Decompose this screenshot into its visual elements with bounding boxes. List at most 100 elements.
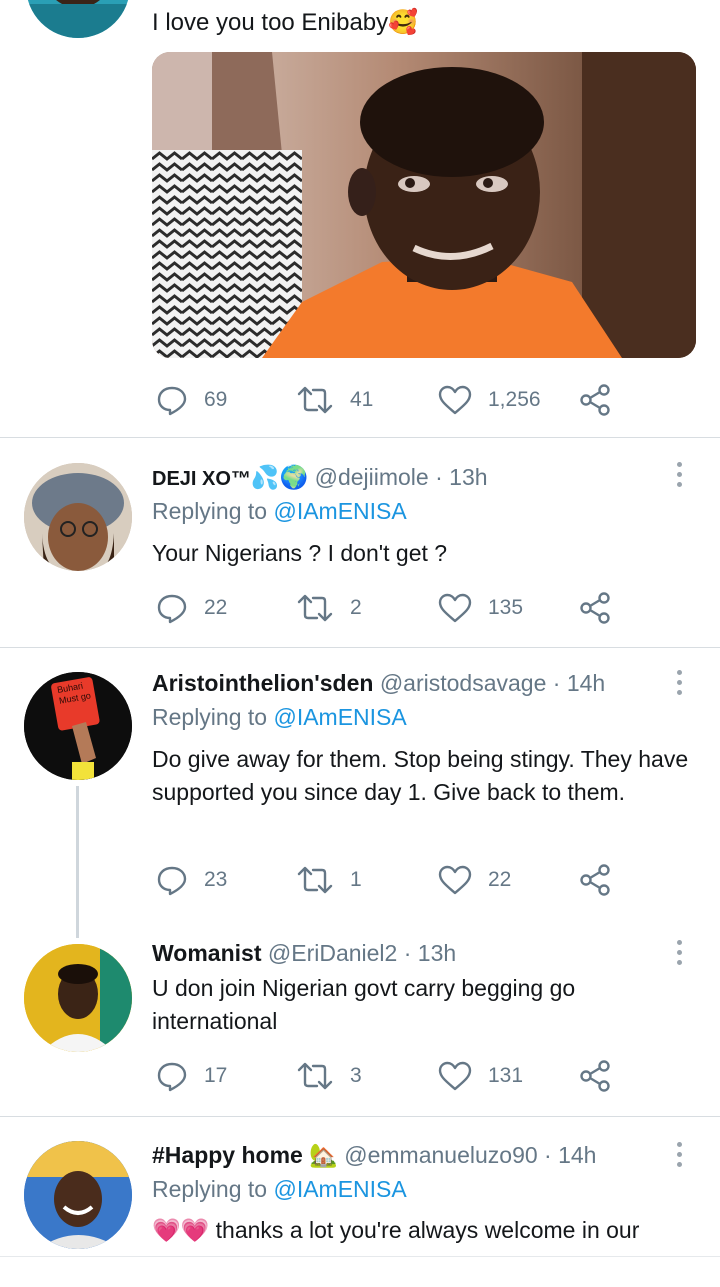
share-icon [580,592,610,624]
tweet-actions: 22 2 135 [156,588,626,628]
tweet-header: Womanist @EriDaniel2 · 13h [152,938,456,968]
reply-count: 22 [204,596,228,619]
reply-icon [157,866,187,896]
divider [0,437,720,438]
user-handle[interactable]: @aristodsavage [380,670,547,696]
replying-to: Replying to @IAmENISA [152,1176,407,1203]
name-emoji: 💦🌍 [250,464,309,490]
share-icon [580,864,610,896]
tweet-header: Aristointhelion'sden @aristodsavage · 14… [152,668,605,698]
user-handle[interactable]: @emmanueluzo90 [344,1142,537,1168]
more-options-icon[interactable] [670,938,690,968]
share-button[interactable] [578,1056,612,1096]
share-button[interactable] [578,860,612,900]
name-emoji: 🏡 [309,1142,338,1168]
reply-button[interactable]: 17 [156,1056,227,1096]
tweet-actions: 69 41 1,256 [156,380,626,420]
heart-icon [438,1061,472,1091]
replying-label: Replying to [152,498,268,524]
tweet-header: #Happy home 🏡 @emmanueluzo90 · 14h [152,1140,596,1170]
retweet-icon [297,1062,333,1090]
reply-button[interactable]: 23 [156,860,227,900]
share-button[interactable] [578,588,612,628]
retweet-icon [297,594,333,622]
replying-to-link[interactable]: @IAmENISA [273,498,406,524]
reply-count: 69 [204,388,228,411]
user-handle[interactable]: @EriDaniel2 [268,940,397,966]
share-button[interactable] [578,380,612,420]
replying-to-link[interactable]: @IAmENISA [273,1176,406,1202]
tweet-time: · 14h [544,1142,597,1168]
retweet-count: 1 [350,868,362,891]
more-options-icon[interactable] [670,460,690,490]
retweet-icon [297,866,333,894]
avatar-image [24,463,132,571]
like-button[interactable]: 135 [438,588,523,628]
tweet-text: Do give away for them. Stop being stingy… [152,746,689,805]
avatar[interactable] [24,1141,132,1249]
display-name[interactable]: Aristointhelion'sden [152,670,373,696]
bottom-bar [0,1257,720,1287]
emoji-hearts: 💗💗 [152,1217,210,1243]
tweet-header: DEJI XO™💦🌍 @dejiimole · 13h [152,462,488,494]
avatar[interactable] [24,463,132,571]
like-button[interactable]: 131 [438,1056,523,1096]
tweet-text: U don join Nigerian govt carry begging g… [152,975,576,1034]
replying-to: Replying to @IAmENISA [152,704,407,731]
retweet-button[interactable]: 1 [296,860,362,900]
like-button[interactable]: 1,256 [438,380,541,420]
like-count: 131 [488,1064,524,1087]
like-button[interactable]: 22 [438,860,511,900]
tweet-time: · 13h [403,940,457,966]
retweet-count: 3 [350,1064,362,1087]
replying-to: Replying to @IAmENISA [152,498,407,525]
retweet-icon [297,386,333,414]
avatar[interactable] [26,0,130,38]
tweet-time: · 13h [435,464,488,490]
tweet-actions: 17 3 131 [156,1056,626,1096]
reply-button[interactable]: 69 [156,380,227,420]
tweet-time: · 14h [552,670,606,696]
display-name[interactable]: #Happy home [152,1142,303,1168]
retweet-button[interactable]: 3 [296,1056,362,1096]
tweet-text: Your Nigerians ? I don't get ? [152,540,448,566]
avatar[interactable] [24,944,132,1052]
tweet-text: I love you too Enibaby🥰 [152,6,418,40]
tweet-text-content: thanks a lot you're always welcome in ou… [215,1217,640,1243]
avatar[interactable]: Buhari Must go [24,672,132,780]
emoji-smiling-hearts: 🥰 [388,9,419,36]
avatar-image [24,944,132,1052]
retweet-button[interactable]: 41 [296,380,373,420]
divider [0,647,720,648]
heart-icon [438,385,472,415]
more-options-icon[interactable] [670,668,690,698]
heart-icon [438,593,472,623]
share-icon [580,1060,610,1092]
tweet-actions: 23 1 22 [156,860,626,900]
like-count: 22 [488,868,512,891]
avatar-image [24,1141,132,1249]
display-name[interactable]: Womanist [152,940,261,966]
heart-icon [438,865,472,895]
tweet-text: 💗💗 thanks a lot you're always welcome in… [152,1214,692,1247]
like-count: 1,256 [488,388,541,411]
user-handle[interactable]: @dejiimole [315,464,429,490]
reply-count: 17 [204,1064,228,1087]
retweet-count: 41 [350,388,374,411]
tweet-media-image[interactable] [152,52,696,358]
retweet-count: 2 [350,596,362,619]
replying-label: Replying to [152,1176,268,1202]
reply-icon [157,1062,187,1092]
retweet-button[interactable]: 2 [296,588,362,628]
replying-label: Replying to [152,704,268,730]
like-count: 135 [488,596,524,619]
display-name[interactable]: DEJI XO™ [152,468,251,490]
share-icon [580,384,610,416]
reply-count: 23 [204,868,228,891]
reply-button[interactable]: 22 [156,588,227,628]
replying-to-link[interactable]: @IAmENISA [273,704,406,730]
avatar-image [26,0,130,38]
photo-boy-meme [152,52,696,358]
more-options-icon[interactable] [670,1140,690,1170]
thread-line [76,786,79,938]
